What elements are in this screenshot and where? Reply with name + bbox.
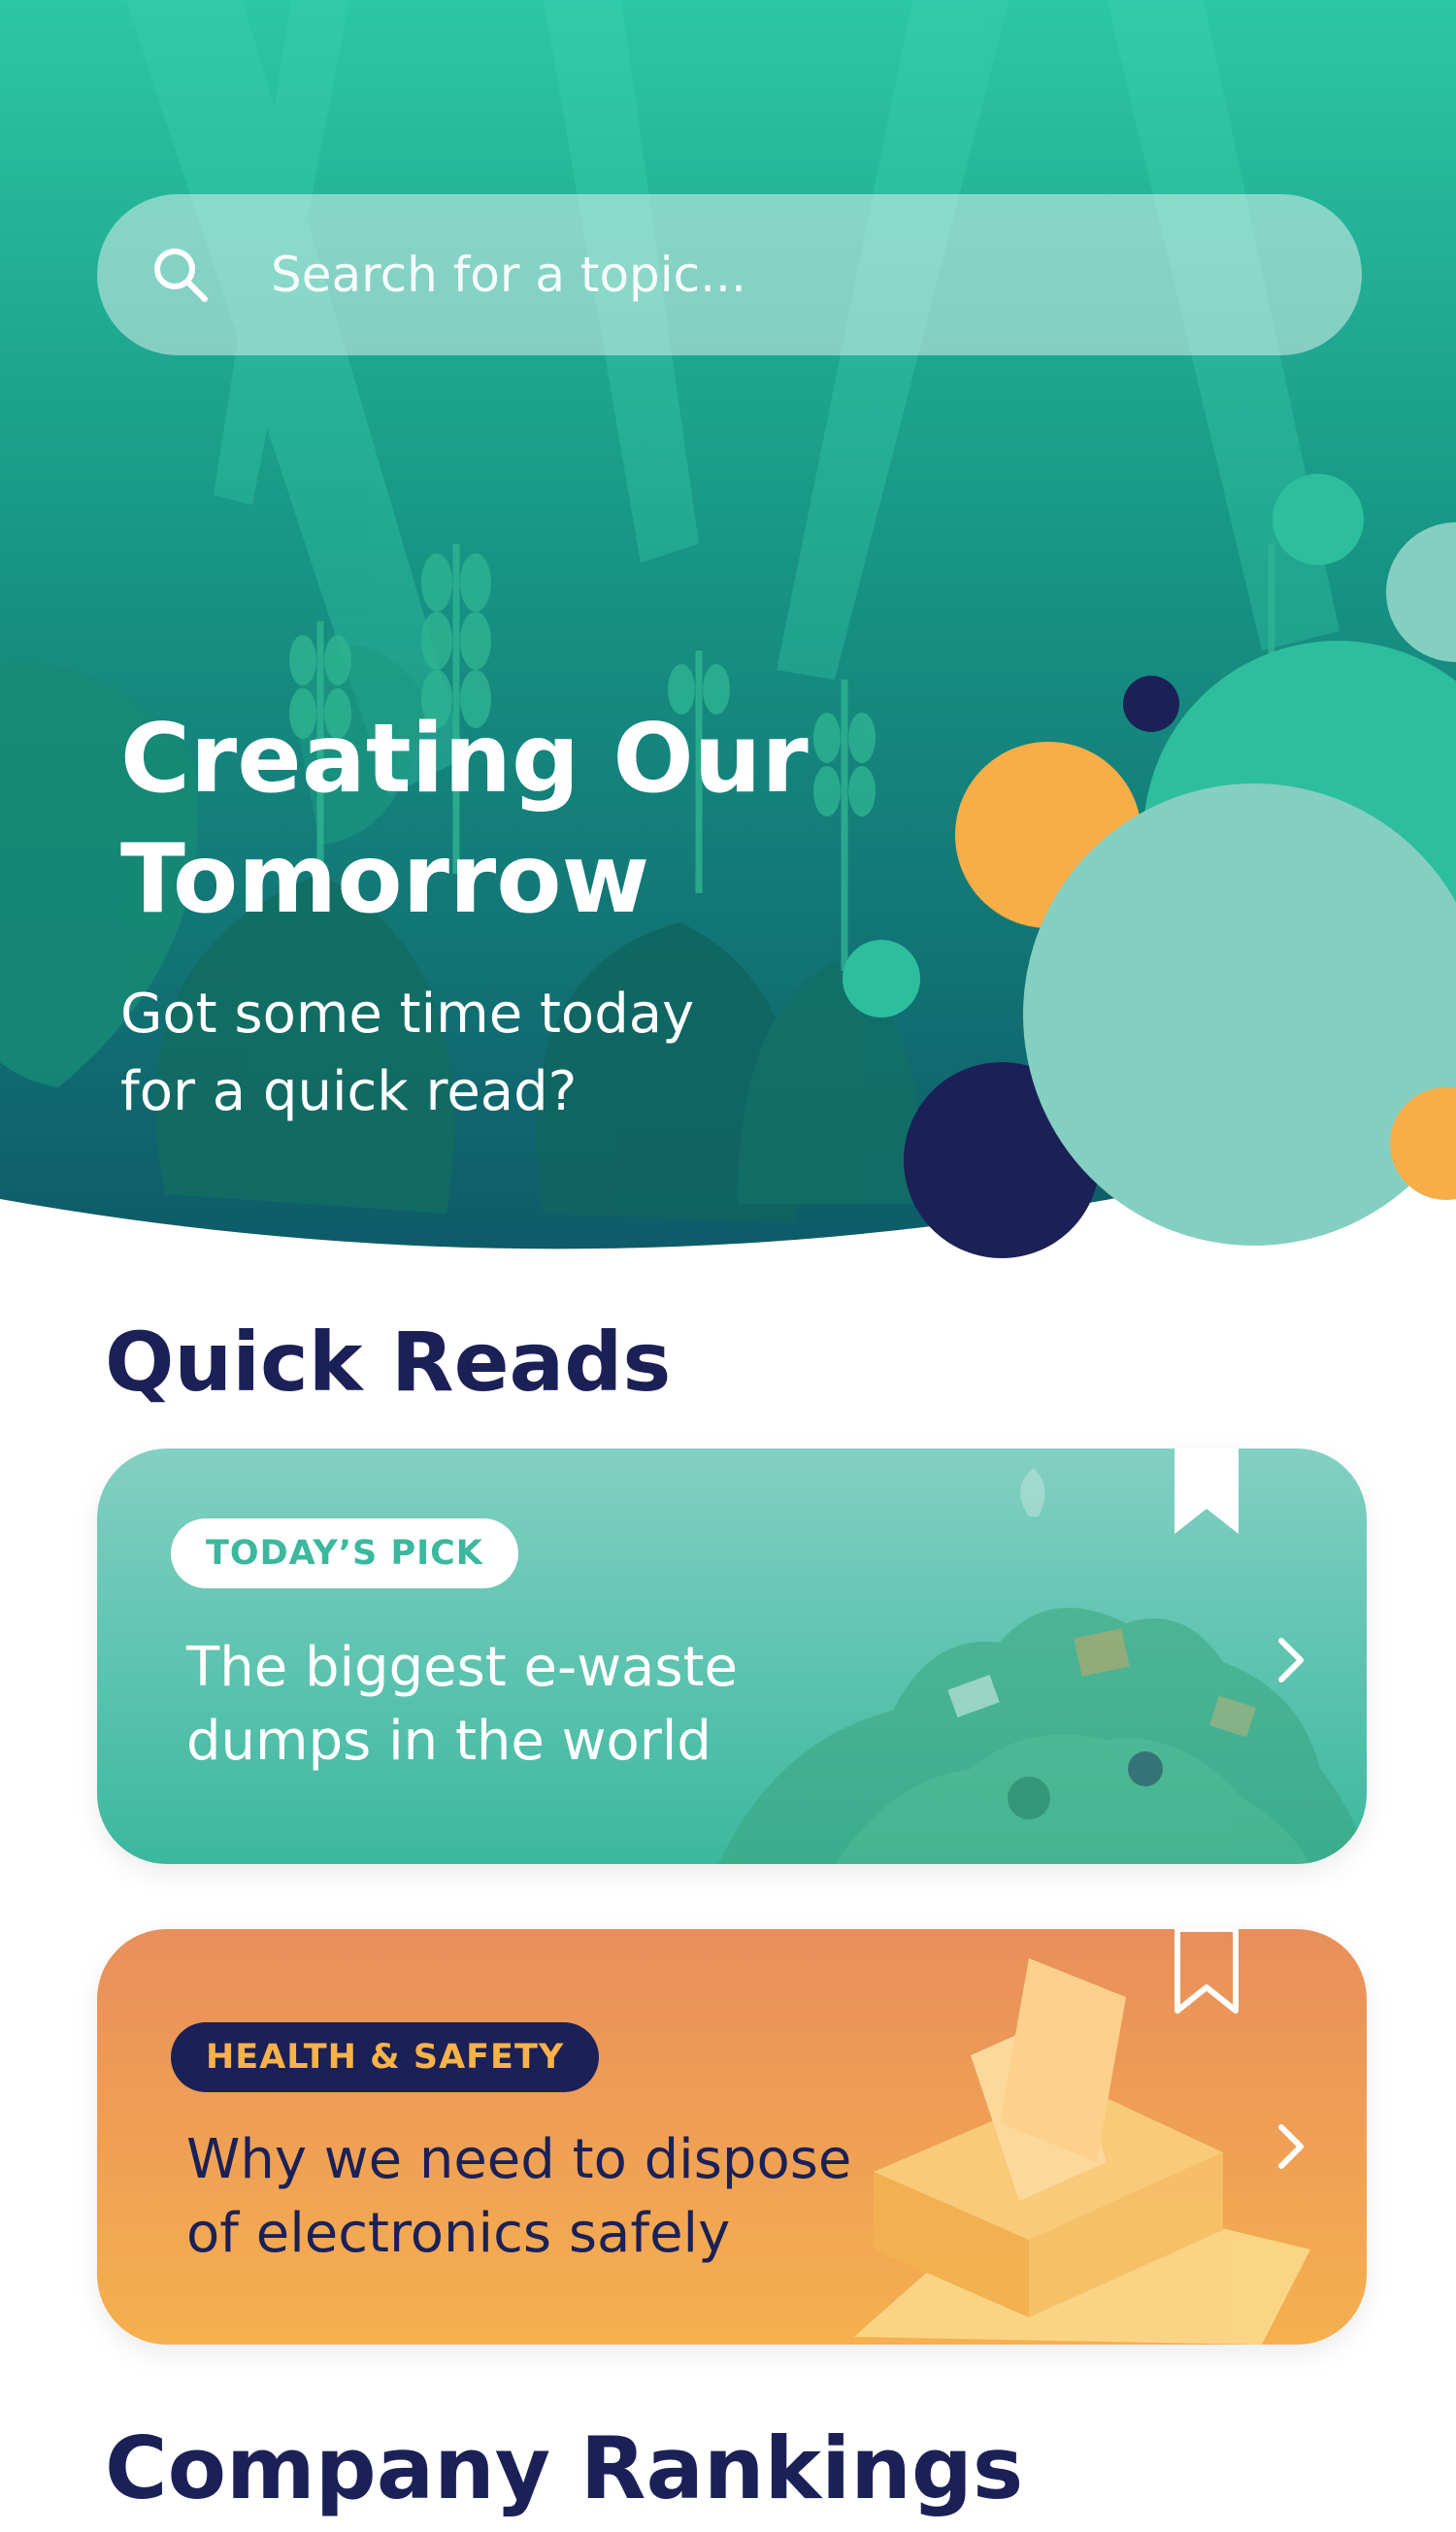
todays-pick-tag: TODAY’S PICK <box>171 1518 518 1588</box>
company-rankings-heading: Company Rankings <box>105 2418 1024 2518</box>
quick-reads-heading: Quick Reads <box>105 1315 672 1410</box>
search-bar[interactable] <box>97 194 1362 355</box>
hero-banner: Creating Our Tomorrow Got some time toda… <box>0 0 1456 1262</box>
chevron-right-icon[interactable] <box>1272 1633 1310 1687</box>
chevron-right-icon[interactable] <box>1272 2119 1310 2174</box>
card-title: The biggest e-waste dumps in the world <box>186 1636 738 1773</box>
quick-read-card-ewaste-dumps[interactable]: TODAY’S PICK The biggest e-waste dumps i… <box>97 1449 1367 1864</box>
card-title: Why we need to dispose of electronics sa… <box>186 2128 852 2265</box>
quick-read-card-dispose-electronics[interactable]: HEALTH & SAFETY Why we need to dispose o… <box>97 1929 1367 2345</box>
hero-title: Creating Our Tomorrow <box>120 704 809 935</box>
bookmark-outline-icon[interactable] <box>1173 1929 1241 2016</box>
search-icon <box>154 249 208 302</box>
hero-subtitle: Got some time today for a quick read? <box>120 983 695 1123</box>
health-safety-tag: HEALTH & SAFETY <box>171 2022 600 2092</box>
bookmark-filled-icon[interactable] <box>1173 1449 1241 1536</box>
search-input[interactable] <box>269 225 1362 324</box>
